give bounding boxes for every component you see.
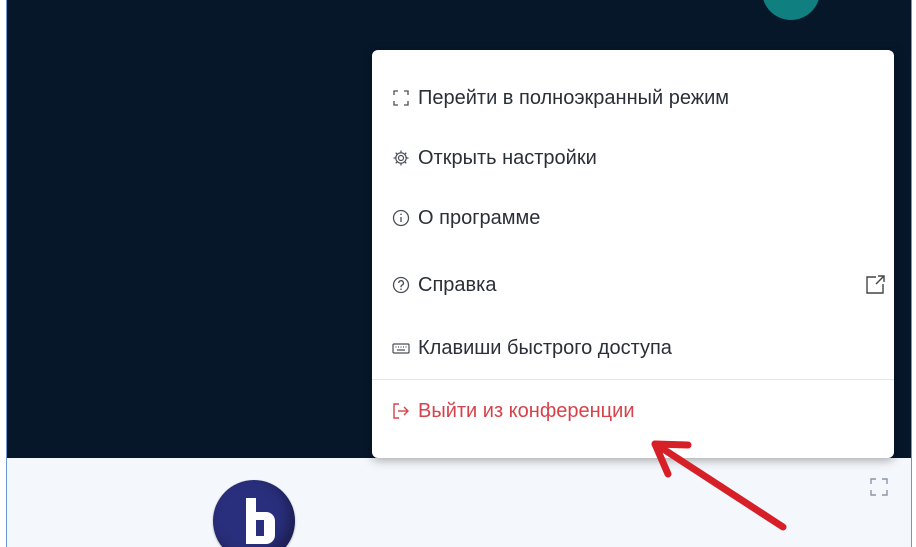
fullscreen-icon (392, 89, 410, 107)
menu-item-leave-conference[interactable]: Выйти из конференции (372, 383, 894, 439)
menu-item-label: Клавиши быстрого доступа (418, 336, 672, 359)
avatar (762, 0, 820, 20)
menu-item-label: Выйти из конференции (418, 399, 635, 422)
external-link-icon (864, 274, 886, 296)
menu-divider (372, 379, 894, 380)
fullscreen-icon[interactable] (868, 476, 890, 498)
logout-icon (392, 402, 410, 420)
menu-item-shortcuts[interactable]: Клавиши быстрого доступа (372, 320, 894, 376)
menu-item-help[interactable]: Справка (372, 257, 894, 313)
menu-item-label: О программе (418, 206, 541, 229)
menu-item-label: Перейти в полноэкранный режим (418, 86, 730, 109)
settings-icon (392, 149, 410, 167)
keyboard-icon (392, 339, 410, 357)
bottom-bar (7, 458, 911, 547)
menu-item-fullscreen[interactable]: Перейти в полноэкранный режим (372, 70, 894, 126)
menu-item-label: Справка (418, 273, 497, 296)
menu-item-about[interactable]: О программе (372, 190, 894, 246)
menu-item-label: Открыть настройки (418, 146, 597, 169)
help-icon (392, 276, 410, 294)
options-menu: Перейти в полноэкранный режим Открыть на… (372, 50, 894, 458)
menu-item-settings[interactable]: Открыть настройки (372, 130, 894, 186)
app-logo-icon (213, 480, 295, 547)
info-icon (392, 209, 410, 227)
